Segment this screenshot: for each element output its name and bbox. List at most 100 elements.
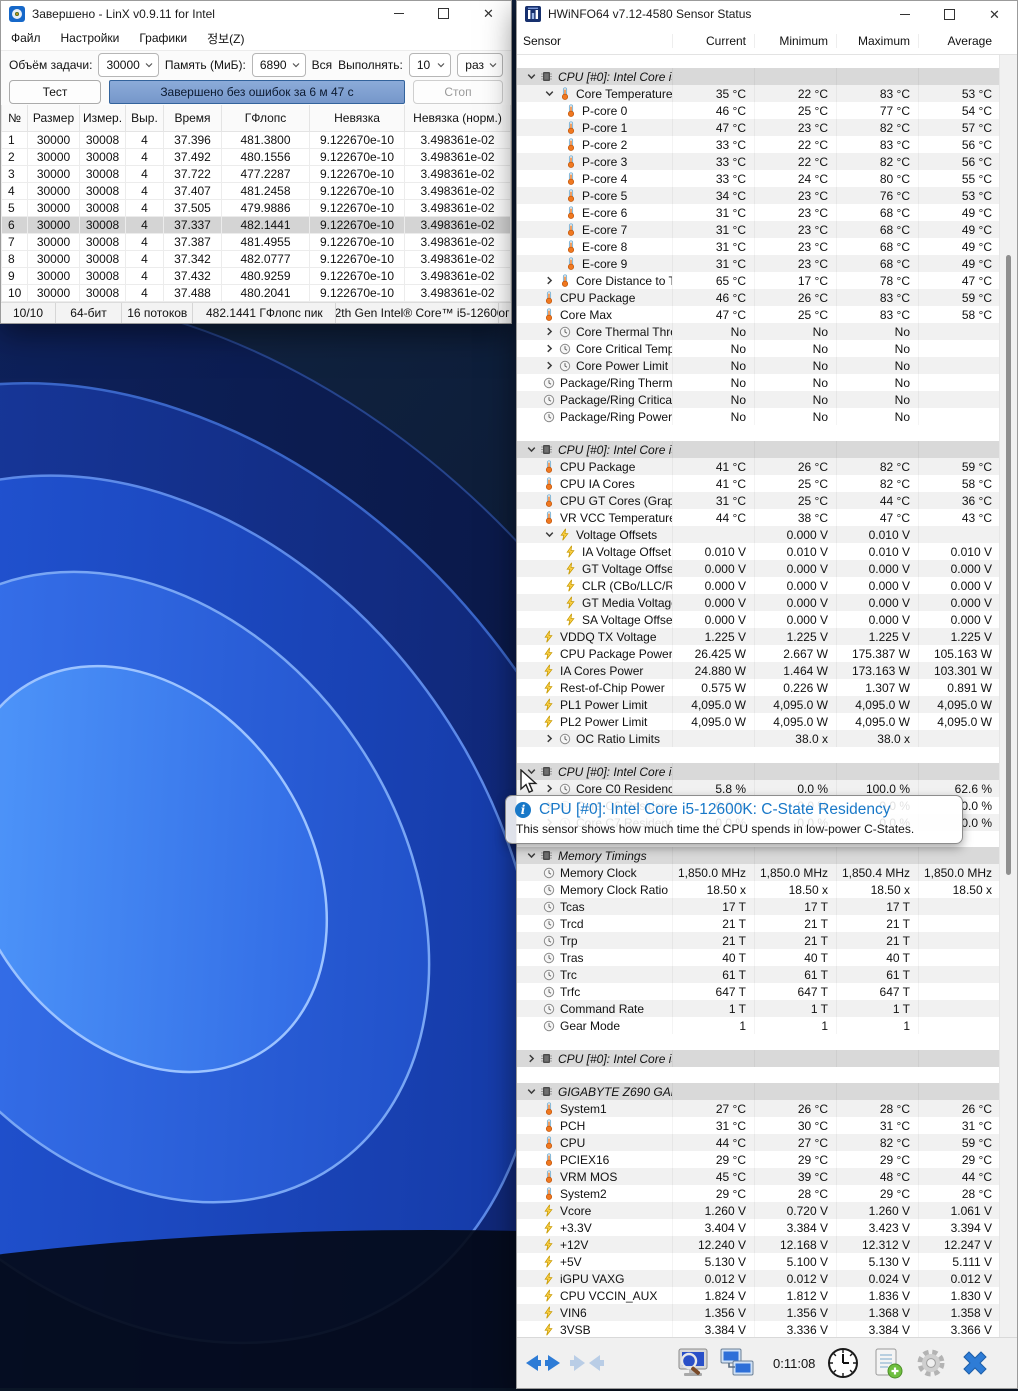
menu-item[interactable]: 정보(Z): [197, 27, 254, 50]
sensor-group-row[interactable]: CPU [#0]: Intel Core i5-1...: [517, 441, 1000, 458]
chevron-right-icon[interactable]: [541, 360, 557, 371]
sensor-row[interactable]: iGPU VAXG 0.012 V 0.012 V 0.024 V 0.012 V: [517, 1270, 1000, 1287]
chevron-down-icon[interactable]: [523, 71, 539, 82]
system-summary-button[interactable]: [671, 1342, 715, 1384]
sensor-row[interactable]: Core Max 47 °C 25 °C 83 °C 58 °C: [517, 306, 1000, 323]
sensor-row[interactable]: System2 29 °C 28 °C 29 °C 28 °C: [517, 1185, 1000, 1202]
sensor-row[interactable]: E-core 7 31 °C 23 °C 68 °C 49 °C: [517, 221, 1000, 238]
sensor-row[interactable]: GT Media Voltage Offset0.000 V0.000 V0.0…: [517, 594, 1000, 611]
sensor-row[interactable]: P-core 3 33 °C 22 °C 82 °C 56 °C: [517, 153, 1000, 170]
sensor-row[interactable]: CPU 44 °C 27 °C 82 °C 59 °C: [517, 1134, 1000, 1151]
sensor-row[interactable]: CPU IA Cores 41 °C 25 °C 82 °C 58 °C: [517, 475, 1000, 492]
sensor-row[interactable]: Rest-of-Chip Power 0.575 W 0.226 W 1.307 W0…: [517, 679, 1000, 696]
menu-item[interactable]: Графики: [129, 28, 197, 48]
sensor-row[interactable]: CPU Package Power 26.425 W 2.667 W 175.387 …: [517, 645, 1000, 662]
sensor-row[interactable]: PCH 31 °C 30 °C 31 °C 31 °C: [517, 1117, 1000, 1134]
sensor-row[interactable]: Memory Clock Ratio 18.50 x 18.50 x 18.50 x1…: [517, 881, 1000, 898]
sensor-row[interactable]: Voltage Offsets 0.000 V 0.010 V: [517, 526, 1000, 543]
sensor-row[interactable]: Package/Ring Power Limi...NoNoNo: [517, 408, 1000, 425]
task-size-select[interactable]: 30000: [98, 52, 159, 77]
sensor-row[interactable]: Gear Mode 1 1 1: [517, 1017, 1000, 1034]
menu-item[interactable]: Настройки: [51, 28, 130, 48]
sensor-row[interactable]: Core Power Limit Exc...NoNoNo: [517, 357, 1000, 374]
sensor-group-row[interactable]: CPU [#0]: Intel Core i5-1...: [517, 1050, 1000, 1067]
sensor-row[interactable]: Trfc 647 T 647 T 647 T: [517, 983, 1000, 1000]
sensor-row[interactable]: VDDQ TX Voltage 1.225 V 1.225 V 1.225 V 1.22…: [517, 628, 1000, 645]
sensor-row[interactable]: E-core 6 31 °C 23 °C 68 °C 49 °C: [517, 204, 1000, 221]
chevron-right-icon[interactable]: [541, 275, 557, 286]
sensor-row[interactable]: Command Rate 1 T1 T1 T: [517, 1000, 1000, 1017]
column-header-sensor[interactable]: Sensor: [517, 34, 672, 48]
sensor-row[interactable]: Core Thermal ThrottlingNoNoNo: [517, 323, 1000, 340]
sensor-row[interactable]: +3.3V 3.404 V 3.384 V 3.423 V 3.394 V: [517, 1219, 1000, 1236]
chevron-right-icon[interactable]: [541, 783, 557, 794]
sensor-row[interactable]: CPU GT Cores (Graphics)31 °C25 °C44 °C36…: [517, 492, 1000, 509]
stop-button[interactable]: Стоп: [413, 80, 503, 105]
sensor-row[interactable]: P-core 4 33 °C 24 °C 80 °C 55 °C: [517, 170, 1000, 187]
sensor-row[interactable]: IA Voltage Offset 0.010 V 0.010 V 0.010 V 0.…: [517, 543, 1000, 560]
sensor-row[interactable]: Core Temperatures 35 °C 22 °C 83 °C 53 °C: [517, 85, 1000, 102]
maximize-button[interactable]: [421, 1, 466, 27]
maximize-button[interactable]: [927, 1, 972, 27]
sensor-row[interactable]: CPU VCCIN_AUX 1.824 V 1.812 V 1.836 V 1.830 …: [517, 1287, 1000, 1304]
column-header[interactable]: Minimum: [754, 33, 836, 48]
expand-columns-button[interactable]: [521, 1342, 565, 1384]
chevron-right-icon[interactable]: [541, 343, 557, 354]
column-header[interactable]: Current: [672, 33, 754, 48]
sensor-row[interactable]: Tcas 17 T 17 T 17 T: [517, 898, 1000, 915]
sensor-row[interactable]: E-core 9 31 °C 23 °C 68 °C 49 °C: [517, 255, 1000, 272]
sensor-row[interactable]: PL2 Power Limit 4,095.0 W 4,095.0 W 4,095.0…: [517, 713, 1000, 730]
table-row[interactable]: 9 30000 30008 4 37.432 480.9259 9.122670e-10 3.…: [1, 267, 511, 286]
column-header[interactable]: №: [1, 105, 28, 133]
table-row[interactable]: 6 30000 30008 4 37.337 482.1441 9.122670e-10 3.…: [1, 216, 511, 235]
sensor-group-row[interactable]: GIGABYTE Z690 GAMING...: [517, 1083, 1000, 1100]
sensor-row[interactable]: +5V 5.130 V 5.100 V 5.130 V 5.111 V: [517, 1253, 1000, 1270]
sensor-row[interactable]: +12V 12.240 V 12.168 V 12.312 V 12.247 V: [517, 1236, 1000, 1253]
table-row[interactable]: 3 30000 30008 4 37.722 477.2287 9.122670e-10 3.…: [1, 165, 511, 184]
sensor-row[interactable]: CLR (CBo/LLC/Ring) V...0.000 V0.000 V0.0…: [517, 577, 1000, 594]
column-header[interactable]: Выр.: [125, 105, 164, 133]
sensor-row[interactable]: OC Ratio Limits 38.0 x 38.0 x: [517, 730, 1000, 747]
sensor-row[interactable]: E-core 8 31 °C 23 °C 68 °C 49 °C: [517, 238, 1000, 255]
sensor-row[interactable]: P-core 5 34 °C 23 °C 76 °C 53 °C: [517, 187, 1000, 204]
vertical-scrollbar[interactable]: [999, 55, 1017, 1337]
table-row[interactable]: 7 30000 30008 4 37.387 481.4955 9.122670e-10 3.…: [1, 233, 511, 252]
chevron-down-icon[interactable]: [541, 88, 557, 99]
close-button[interactable]: ✕: [466, 1, 511, 27]
memory-select[interactable]: 6890: [251, 52, 306, 77]
column-header[interactable]: Average: [918, 33, 1000, 48]
remote-monitoring-button[interactable]: [715, 1342, 759, 1384]
sensor-row[interactable]: VR VCC Temperature (SV...44 °C38 °C47 °C…: [517, 509, 1000, 526]
sensor-row[interactable]: PL1 Power Limit 4,095.0 W 4,095.0 W 4,095.0…: [517, 696, 1000, 713]
clock-button[interactable]: [821, 1342, 865, 1384]
run-count-select[interactable]: 10: [408, 52, 452, 77]
sensor-row[interactable]: CPU Package 41 °C 26 °C 82 °C 59 °C: [517, 458, 1000, 475]
sensor-row[interactable]: VRM MOS 45 °C 39 °C 48 °C 44 °C: [517, 1168, 1000, 1185]
table-row[interactable]: 8 30000 30008 4 37.342 482.0777 9.122670e-10 3.…: [1, 250, 511, 269]
table-row[interactable]: 5 30000 30008 4 37.505 479.9886 9.122670e-10 3.…: [1, 199, 511, 218]
table-row[interactable]: 1 30000 30008 4 37.396 481.3800 9.122670e-10 3.…: [1, 131, 511, 150]
table-row[interactable]: 10 30000 30008 4 37.488 480.2041 9.122670e-10 3…: [1, 284, 511, 303]
sensor-row[interactable]: Trc 61 T 61 T 61 T: [517, 966, 1000, 983]
column-header[interactable]: Время: [163, 105, 222, 133]
collapse-columns-button[interactable]: [565, 1342, 609, 1384]
column-header[interactable]: Размер: [27, 105, 80, 133]
sensor-row[interactable]: Core Critical Tempera...NoNoNo: [517, 340, 1000, 357]
sensor-row[interactable]: GT Voltage Offset 0.000 V 0.000 V 0.000 V 0.…: [517, 560, 1000, 577]
sensor-row[interactable]: Package/Ring Thermal Th...NoNoNo: [517, 374, 1000, 391]
close-button[interactable]: ✕: [972, 1, 1017, 27]
menu-item[interactable]: Файл: [1, 28, 51, 48]
sensor-row[interactable]: Memory Clock 1,850.0 MHz 1,850.0 MHz 1,850.…: [517, 864, 1000, 881]
close-sensors-button[interactable]: [953, 1342, 997, 1384]
chevron-right-icon[interactable]: [523, 1053, 539, 1064]
settings-gear-button[interactable]: [909, 1342, 953, 1384]
chevron-right-icon[interactable]: [541, 326, 557, 337]
table-row[interactable]: 4 30000 30008 4 37.407 481.2458 9.122670e-10 3.…: [1, 182, 511, 201]
sensor-row[interactable]: VIN6 1.356 V 1.356 V 1.368 V 1.358 V: [517, 1304, 1000, 1321]
sensor-row[interactable]: Trp 21 T 21 T 21 T: [517, 932, 1000, 949]
column-header[interactable]: Невязка: [309, 105, 405, 133]
test-button[interactable]: Тест: [9, 80, 101, 105]
chevron-right-icon[interactable]: [541, 733, 557, 744]
minimize-button[interactable]: [882, 1, 927, 27]
report-button[interactable]: [865, 1342, 909, 1384]
